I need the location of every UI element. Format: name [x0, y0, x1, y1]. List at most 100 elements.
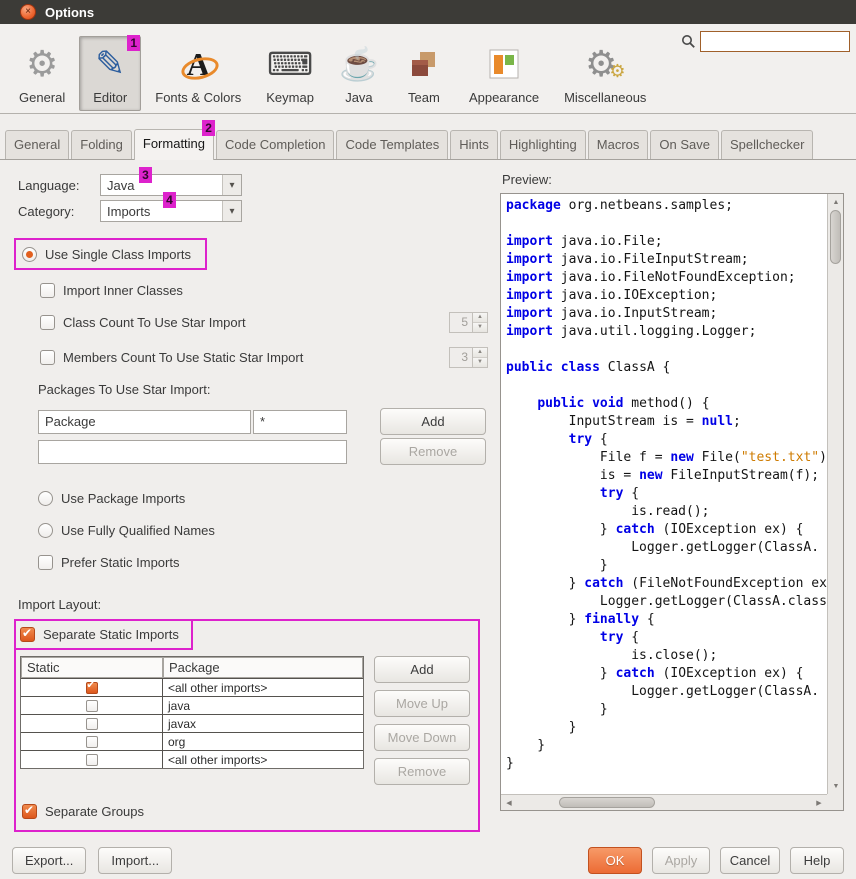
table-row[interactable]: <all other imports> [21, 750, 363, 768]
layout-move-up-button[interactable]: Move Up [374, 690, 470, 717]
cancel-button[interactable]: Cancel [720, 847, 780, 874]
vertical-scroll-thumb[interactable] [830, 210, 841, 264]
tab-spellchecker[interactable]: Spellchecker [721, 130, 813, 159]
table-header-package[interactable]: Package [163, 657, 363, 678]
checkbox-import-inner-classes[interactable]: Import Inner Classes [40, 279, 492, 301]
checkbox-prefer-static-imports[interactable]: Prefer Static Imports [38, 551, 492, 573]
checkbox-separate-static-imports[interactable]: Separate Static Imports [20, 623, 179, 645]
search-input[interactable] [700, 31, 850, 52]
help-button[interactable]: Help [790, 847, 844, 874]
layout-move-down-button[interactable]: Move Down [374, 724, 470, 751]
star-import-row-2: Remove [38, 438, 486, 465]
tab-hints[interactable]: Hints [450, 130, 498, 159]
ok-button[interactable]: OK [588, 847, 642, 874]
tab-highlighting[interactable]: Highlighting [500, 130, 586, 159]
star-import-remove-button[interactable]: Remove [380, 438, 486, 465]
chevron-down-icon[interactable]: ▾ [222, 175, 241, 195]
members-count-row: Members Count To Use Static Star Import … [40, 344, 488, 370]
layout-add-button[interactable]: Add [374, 656, 470, 683]
import-layout-buttons: Add Move Up Move Down Remove [374, 656, 470, 792]
checkbox-icon[interactable] [86, 700, 98, 712]
annotation-highlight-import-layout: Separate Static Imports Static Package <… [14, 619, 480, 832]
checkbox-icon[interactable] [86, 736, 98, 748]
checkbox-separate-groups[interactable]: Separate Groups [22, 800, 472, 822]
toolbar-item-label: Miscellaneous [564, 90, 646, 105]
table-row[interactable]: org [21, 732, 363, 750]
toolbar-item-general[interactable]: ⚙General [8, 36, 76, 111]
toolbar-item-java[interactable]: ☕Java [328, 36, 390, 111]
language-label: Language: [18, 178, 100, 193]
tab-code-templates[interactable]: Code Templates [336, 130, 448, 159]
tab-folding[interactable]: Folding [71, 130, 132, 159]
scroll-left-icon[interactable]: ◀ [501, 795, 517, 811]
star-import-add-button[interactable]: Add [380, 408, 486, 435]
spinner-value: 5 [449, 312, 473, 333]
radio-icon[interactable] [22, 247, 37, 262]
checkbox-icon[interactable] [86, 754, 98, 766]
scrollbar-corner [827, 794, 843, 810]
spinner-down-icon[interactable]: ▼ [473, 358, 487, 367]
annotation-highlight-separate-static: Separate Static Imports [14, 619, 193, 650]
toolbar-item-label: Team [408, 90, 440, 105]
package-entry-field[interactable] [38, 440, 347, 464]
checkbox-icon[interactable] [40, 315, 55, 330]
checkbox-icon[interactable] [38, 555, 53, 570]
table-header-static[interactable]: Static [21, 657, 163, 678]
toolbar-item-team[interactable]: Team [393, 36, 455, 111]
radio-use-fully-qualified-names[interactable]: Use Fully Qualified Names [38, 519, 492, 541]
scroll-up-icon[interactable]: ▲ [828, 194, 844, 210]
close-button[interactable]: × [20, 4, 36, 20]
toolbar-item-editor[interactable]: ✎Editor1 [79, 36, 141, 111]
checkbox-icon[interactable] [20, 627, 35, 642]
toolbar-item-miscellaneous[interactable]: ⚙⚙Miscellaneous [553, 36, 657, 111]
toolbar-item-label: Appearance [469, 90, 539, 105]
toolbar-item-appearance[interactable]: Appearance [458, 36, 550, 111]
toolbar-item-fonts-colors[interactable]: AFonts & Colors [144, 36, 252, 111]
table-row[interactable]: java [21, 696, 363, 714]
chevron-down-icon[interactable]: ▾ [222, 201, 241, 221]
radio-icon[interactable] [38, 523, 53, 538]
radio-use-single-class-imports[interactable]: Use Single Class Imports [22, 243, 191, 265]
tab-code-completion[interactable]: Code Completion [216, 130, 334, 159]
class-count-spinner[interactable]: 5 ▲▼ [449, 312, 488, 333]
scroll-right-icon[interactable]: ▶ [811, 795, 827, 811]
checkbox-icon[interactable] [22, 804, 37, 819]
radio-use-package-imports[interactable]: Use Package Imports [38, 487, 492, 509]
apply-button[interactable]: Apply [652, 847, 710, 874]
members-count-spinner[interactable]: 3 ▲▼ [449, 347, 488, 368]
radio-icon[interactable] [38, 491, 53, 506]
scroll-down-icon[interactable]: ▼ [828, 778, 844, 794]
checkbox-icon[interactable] [86, 682, 98, 694]
checkbox-icon[interactable] [40, 283, 55, 298]
table-row[interactable]: <all other imports> [21, 678, 363, 696]
toolbar: ⚙General✎Editor1AFonts & Colors⌨Keymap☕J… [0, 24, 856, 114]
layout-remove-button[interactable]: Remove [374, 758, 470, 785]
vertical-scrollbar[interactable]: ▲ ▼ [827, 194, 843, 794]
spinner-down-icon[interactable]: ▼ [473, 323, 487, 332]
horizontal-scroll-thumb[interactable] [559, 797, 655, 808]
import-button[interactable]: Import... [98, 847, 172, 874]
close-icon: × [25, 7, 31, 17]
tab-macros[interactable]: Macros [588, 130, 649, 159]
package-cell: <all other imports> [163, 751, 363, 768]
category-combo[interactable]: Imports ▾ 4 [100, 200, 242, 222]
search-box [681, 31, 850, 52]
horizontal-scrollbar[interactable]: ◀ ▶ [501, 794, 827, 810]
star-pattern-field[interactable] [253, 410, 347, 434]
spinner-up-icon[interactable]: ▲ [473, 348, 487, 358]
keymap-icon: ⌨ [267, 40, 313, 88]
spinner-up-icon[interactable]: ▲ [473, 313, 487, 323]
package-header-field[interactable] [38, 410, 251, 434]
tab-on-save[interactable]: On Save [650, 130, 719, 159]
tab-general[interactable]: General [5, 130, 69, 159]
star-import-row-1: Add [38, 408, 486, 435]
export-button[interactable]: Export... [12, 847, 86, 874]
tab-formatting[interactable]: Formatting2 [134, 129, 214, 160]
language-row: Language: Java ▾ 3 [18, 172, 492, 198]
toolbar-item-keymap[interactable]: ⌨Keymap [255, 36, 325, 111]
table-row[interactable]: javax [21, 714, 363, 732]
import-layout-grid: Static Package <all other imports>javaja… [20, 656, 472, 792]
checkbox-icon[interactable] [86, 718, 98, 730]
checkbox-icon[interactable] [40, 350, 55, 365]
annotation-badge-3: 3 [139, 167, 152, 183]
